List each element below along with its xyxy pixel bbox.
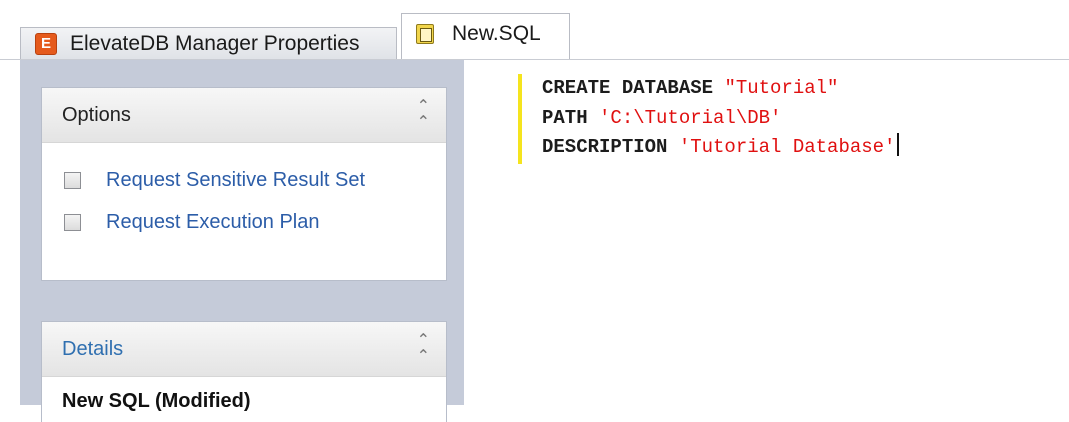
request-sensitive-result-set-checkbox[interactable]	[64, 172, 81, 189]
options-header[interactable]: Options ⌃ ⌃	[42, 88, 446, 143]
code-line: PATH 'C:\Tutorial\DB'	[542, 104, 899, 134]
sql-string: 'Tutorial Database'	[678, 136, 896, 158]
option-label[interactable]: Request Execution Plan	[106, 211, 319, 234]
tab-bar: E ElevateDB Manager Properties New.SQL	[0, 0, 1069, 61]
sql-string: 'C:\Tutorial\DB'	[599, 106, 782, 129]
tab-label: ElevateDB Manager Properties	[70, 32, 360, 55]
tab-label: New.SQL	[452, 22, 541, 45]
request-execution-plan-option[interactable]: Request Execution Plan	[64, 211, 319, 234]
sql-code[interactable]: CREATE DATABASE "Tutorial" PATH 'C:\Tutor…	[542, 74, 900, 163]
tab-elevatedb-manager-properties[interactable]: E ElevateDB Manager Properties	[20, 27, 397, 60]
details-header[interactable]: Details ⌃ ⌃	[42, 322, 446, 377]
sql-keyword: CREATE DATABASE	[542, 77, 725, 99]
details-title: Details	[62, 337, 124, 360]
tab-new-sql[interactable]: New.SQL	[401, 13, 570, 61]
request-sensitive-result-set-option[interactable]: Request Sensitive Result Set	[64, 169, 365, 192]
request-execution-plan-checkbox[interactable]	[64, 214, 81, 231]
option-label[interactable]: Request Sensitive Result Set	[106, 169, 365, 192]
sql-keyword: DESCRIPTION	[542, 136, 679, 158]
code-line: DESCRIPTION 'Tutorial Database'	[542, 133, 900, 163]
sql-document-icon	[416, 24, 434, 44]
modified-lines-marker	[518, 74, 522, 164]
elevatedb-app-icon: E	[35, 33, 57, 55]
text-cursor	[897, 133, 900, 156]
side-panel: Options ⌃ ⌃ Request Sensitive Result Set …	[20, 60, 464, 422]
code-line: CREATE DATABASE "Tutorial"	[542, 74, 899, 104]
sql-string: "Tutorial"	[724, 77, 839, 99]
sql-editor[interactable]: CREATE DATABASE "Tutorial" PATH 'C:\Tutor…	[464, 60, 1069, 405]
details-section: Details ⌃ ⌃ New SQL (Modified)	[42, 322, 446, 422]
collapse-chevron-icon[interactable]: ⌃ ⌃	[417, 333, 430, 365]
options-title: Options	[62, 103, 131, 126]
details-text: New SQL (Modified)	[62, 390, 251, 412]
collapse-chevron-icon[interactable]: ⌃ ⌃	[417, 99, 430, 131]
sql-keyword: PATH	[542, 106, 600, 129]
options-section: Options ⌃ ⌃ Request Sensitive Result Set …	[42, 88, 446, 280]
